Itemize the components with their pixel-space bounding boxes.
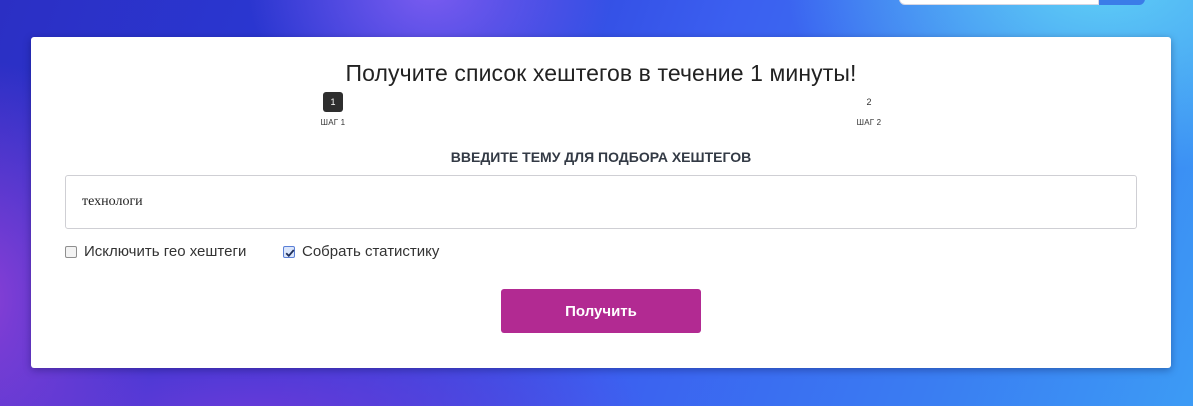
step-label: ШАГ 2 [856,118,882,127]
collect-stats-label: Собрать статистику [302,243,440,260]
topic-input[interactable] [65,175,1137,229]
step-number: 1 [323,92,343,112]
page-title: Получите список хештегов в течение 1 мин… [345,60,857,86]
get-hashtags-button[interactable]: Получить [501,289,701,333]
header-search-input[interactable] [899,0,1099,5]
collect-stats-checkbox[interactable] [283,245,295,258]
checkmark-icon [285,248,295,257]
collect-stats-option[interactable]: Собрать статистику [283,243,439,260]
exclude-geo-option[interactable]: Исключить гео хештеги [65,243,246,260]
topic-heading: ВВЕДИТЕ ТЕМУ ДЛЯ ПОДБОРА ХЕШТЕГОВ [450,149,752,165]
exclude-geo-label: Исключить гео хештеги [84,243,247,260]
step-label: ШАГ 1 [320,118,346,127]
exclude-geo-checkbox[interactable] [65,245,77,258]
step-indicator-2: 2 ШАГ 2 [839,92,899,127]
hashtag-form-card: Получите список хештегов в течение 1 мин… [31,37,1171,368]
step-number: 2 [866,97,872,107]
step-indicator-1: 1 ШАГ 1 [303,92,363,127]
header-search-button[interactable] [1099,0,1145,5]
